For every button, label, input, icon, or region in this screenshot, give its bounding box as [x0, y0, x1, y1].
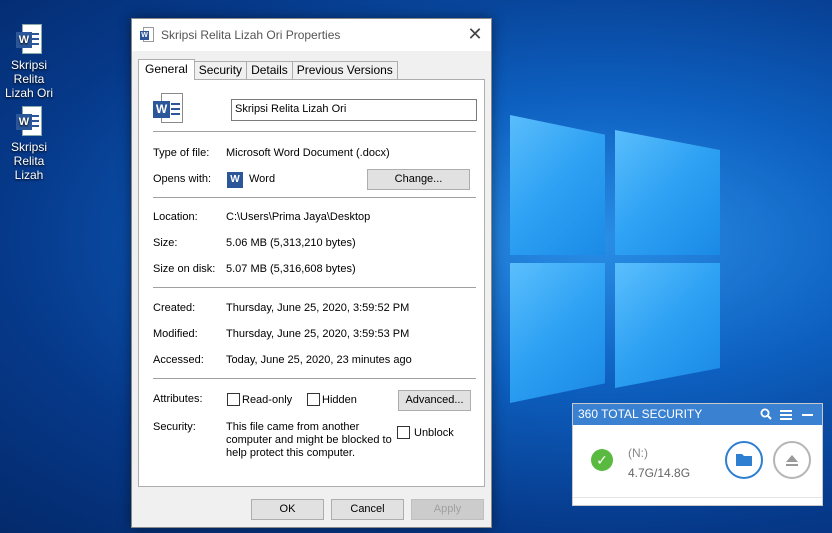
security-message-line: This file came from another — [226, 421, 360, 433]
modified-value: Thursday, June 25, 2020, 3:59:53 PM — [226, 328, 410, 340]
opens-with-value: Word — [249, 173, 276, 185]
file-name-field[interactable]: Skripsi Relita Lizah Ori — [231, 99, 477, 121]
apply-button[interactable]: Apply — [411, 499, 484, 520]
desktop-icon-label: Skripsi Relita — [10, 58, 47, 86]
security-label: Security: — [153, 421, 196, 433]
hidden-checkbox[interactable] — [307, 393, 320, 406]
separator — [153, 378, 476, 379]
advanced-button[interactable]: Advanced... — [398, 390, 471, 411]
modified-label: Modified: — [153, 328, 198, 340]
widget-title: 360 TOTAL SECURITY — [578, 407, 703, 421]
created-label: Created: — [153, 302, 196, 314]
logo-pane — [615, 130, 720, 255]
desktop-icon-file-1[interactable]: W Skripsi Relita Lizah Ori — [0, 24, 60, 100]
type-value: Microsoft Word Document (.docx) — [226, 147, 390, 159]
word-document-icon: W — [140, 27, 154, 43]
logo-pane — [510, 263, 605, 403]
word-app-icon: W — [227, 172, 243, 188]
dialog-title: Skripsi Relita Lizah Ori Properties — [161, 28, 341, 42]
minimize-icon[interactable] — [802, 404, 813, 425]
unblock-checkbox[interactable] — [397, 426, 410, 439]
folder-icon — [736, 454, 752, 466]
eject-icon — [786, 455, 798, 466]
unblock-label: Unblock — [414, 427, 454, 439]
separator — [153, 197, 476, 198]
location-label: Location: — [153, 211, 198, 223]
status-ok-icon: ✓ — [591, 449, 613, 471]
security-message-line: computer and might be blocked to — [226, 434, 392, 446]
drive-label: (N:) — [628, 446, 648, 460]
security-message: This file came from another computer and… — [226, 421, 392, 460]
tab-security[interactable]: Security — [193, 61, 248, 80]
location-value: C:\Users\Prima Jaya\Desktop — [226, 211, 371, 223]
tab-details[interactable]: Details — [246, 61, 293, 80]
size-label: Size: — [153, 237, 178, 249]
word-document-icon: W — [153, 93, 183, 125]
ok-button[interactable]: OK — [251, 499, 324, 520]
opens-with-label: Opens with: — [153, 173, 212, 185]
close-icon: ✕ — [467, 24, 483, 44]
dialog-titlebar[interactable]: W Skripsi Relita Lizah Ori Properties ✕ — [132, 19, 491, 51]
divider — [573, 497, 822, 498]
general-panel: W Skripsi Relita Lizah Ori Type of file:… — [138, 79, 485, 487]
desktop-icon-file-2[interactable]: W Skripsi Relita Lizah — [0, 106, 60, 182]
menu-icon[interactable] — [780, 404, 792, 425]
size-value: 5.06 MB (5,313,210 bytes) — [226, 237, 356, 249]
properties-dialog: W Skripsi Relita Lizah Ori Properties ✕ … — [131, 18, 492, 528]
desktop-icon-label: Lizah — [14, 168, 44, 182]
eject-button[interactable] — [773, 441, 811, 479]
tab-general[interactable]: General — [138, 59, 195, 80]
change-button[interactable]: Change... — [367, 169, 470, 190]
desktop-icon-label: Lizah Ori — [4, 86, 54, 100]
size-on-disk-label: Size on disk: — [153, 263, 216, 275]
separator — [153, 131, 476, 132]
logo-pane — [510, 115, 605, 255]
attributes-label: Attributes: — [153, 393, 203, 405]
security-message-line: help protect this computer. — [226, 447, 356, 459]
hidden-label: Hidden — [322, 394, 357, 406]
drive-usage: 4.7G/14.8G — [628, 466, 691, 480]
windows-logo — [490, 95, 720, 435]
accessed-label: Accessed: — [153, 354, 204, 366]
word-document-icon: W — [16, 106, 42, 136]
close-button[interactable]: ✕ — [459, 19, 491, 51]
separator — [153, 287, 476, 288]
type-label: Type of file: — [153, 147, 210, 159]
readonly-label: Read-only — [242, 394, 293, 406]
word-document-icon: W — [16, 24, 42, 54]
widget-header: 360 TOTAL SECURITY — [573, 404, 822, 425]
tab-bar: General Security Details Previous Versio… — [138, 59, 398, 80]
tab-previous-versions[interactable]: Previous Versions — [291, 61, 398, 80]
accessed-value: Today, June 25, 2020, 23 minutes ago — [226, 354, 412, 366]
open-folder-button[interactable] — [725, 441, 763, 479]
readonly-checkbox[interactable] — [227, 393, 240, 406]
cancel-button[interactable]: Cancel — [331, 499, 404, 520]
total-security-widget: 360 TOTAL SECURITY ✓ (N:) 4.7G/14.8G — [572, 403, 823, 506]
search-icon[interactable] — [760, 404, 772, 425]
size-on-disk-value: 5.07 MB (5,316,608 bytes) — [226, 263, 356, 275]
desktop-icon-label: Skripsi Relita — [10, 140, 47, 168]
created-value: Thursday, June 25, 2020, 3:59:52 PM — [226, 302, 410, 314]
logo-pane — [615, 263, 720, 388]
